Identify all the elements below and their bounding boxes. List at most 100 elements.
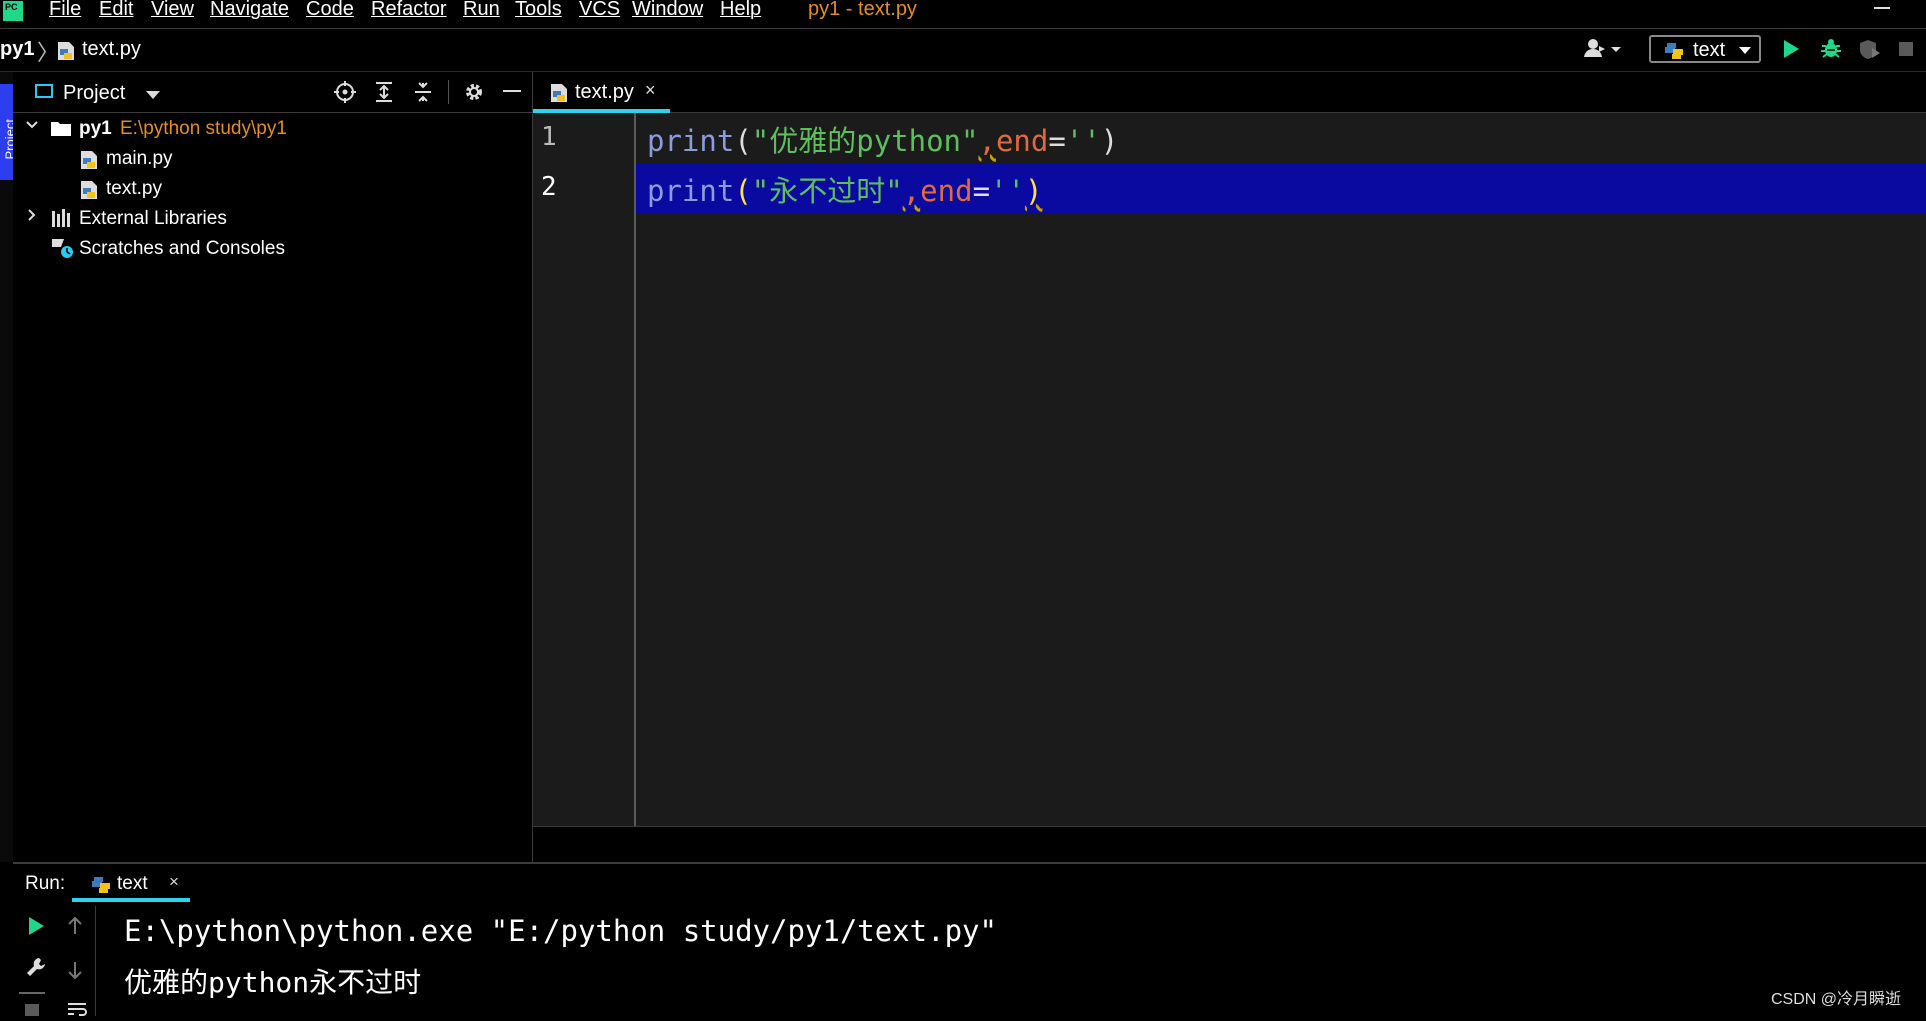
expand-all-icon[interactable] <box>374 81 394 108</box>
code-line-1[interactable]: print("优雅的python",end='') <box>647 118 1118 160</box>
pycharm-logo-icon: PC <box>2 0 24 22</box>
chevron-down-icon[interactable] <box>146 91 160 99</box>
code-token-keyword: end <box>995 124 1049 158</box>
dropdown-arrow-icon <box>1739 47 1751 54</box>
close-icon[interactable]: × <box>645 80 656 101</box>
menu-refactor[interactable]: Refactor <box>371 0 447 21</box>
menu-navigate[interactable]: Navigate <box>210 0 289 21</box>
run-tab-text[interactable]: text × <box>72 864 190 904</box>
user-icon[interactable] <box>1583 37 1623 65</box>
minimize-icon[interactable] <box>1874 7 1890 9</box>
code-token-comma: , <box>902 174 921 208</box>
soft-wrap-icon[interactable] <box>67 1002 87 1021</box>
logo-text: PC <box>5 2 18 12</box>
menu-view[interactable]: View <box>151 0 194 21</box>
run-with-coverage-icon[interactable] <box>1858 38 1882 66</box>
project-panel: Project py1 E:\python study\py1 main.py … <box>13 72 533 862</box>
run-tab-label: text <box>117 873 148 894</box>
tree-file-main[interactable]: main.py <box>106 148 173 170</box>
menu-tools[interactable]: Tools <box>515 0 562 21</box>
run-panel-title: Run: <box>25 873 66 894</box>
line-number: 1 <box>541 122 557 152</box>
debug-icon[interactable] <box>1820 38 1842 66</box>
code-token-string: "永不过时" <box>751 174 903 208</box>
code-editor[interactable]: 1 2 print("优雅的python",end='') print("永不过… <box>533 113 1926 826</box>
wrench-icon[interactable] <box>25 956 47 983</box>
code-token-string: '' <box>990 174 1025 208</box>
menu-help[interactable]: Help <box>720 0 761 21</box>
python-file-icon <box>549 82 569 109</box>
code-token-function: print <box>647 174 735 208</box>
chevron-down-icon[interactable] <box>25 118 39 137</box>
editor-footer <box>533 826 1926 863</box>
tool-window-strip: Project <box>0 72 18 862</box>
line-number: 2 <box>541 172 557 202</box>
project-window-icon <box>35 84 53 98</box>
hide-panel-icon[interactable] <box>503 90 521 92</box>
menu-vcs[interactable]: VCS <box>579 0 620 21</box>
library-icon <box>51 209 73 233</box>
arrow-up-icon[interactable] <box>67 916 83 941</box>
code-line-2[interactable]: print("永不过时",end='') <box>647 168 1042 210</box>
code-token-paren: ) <box>1024 174 1043 208</box>
run-configuration-label: text <box>1693 39 1726 61</box>
watermark: CSDN @冷月瞬逝 <box>1771 991 1902 1008</box>
scratches-icon <box>51 238 75 266</box>
window-title: py1 - text.py <box>808 0 917 20</box>
tree-external-libraries[interactable]: External Libraries <box>79 208 227 230</box>
code-token-keyword: end <box>920 174 973 208</box>
editor-tab-label: text.py <box>575 81 634 103</box>
console-output-line: 优雅的python永不过时 <box>124 966 422 999</box>
folder-icon <box>51 120 71 142</box>
menu-bar: PC File Edit View Navigate Code Refactor… <box>0 0 1926 29</box>
breadcrumb-file[interactable]: text.py <box>82 38 141 61</box>
tree-file-text[interactable]: text.py <box>106 178 162 200</box>
menu-file[interactable]: File <box>49 0 81 21</box>
toolbar-divider <box>19 992 45 994</box>
tree-root-path: E:\python study\py1 <box>120 118 287 139</box>
menu-window[interactable]: Window <box>632 0 703 21</box>
locate-icon[interactable] <box>334 81 356 108</box>
breadcrumb-project[interactable]: py1 <box>0 38 34 61</box>
run-icon[interactable] <box>1782 39 1800 65</box>
run-panel-header: Run: text × <box>13 864 1926 904</box>
python-icon <box>90 875 112 900</box>
run-tool-window: Run: text × E:\python\python.exe "E:/pyt… <box>13 862 1926 1016</box>
menu-code[interactable]: Code <box>306 0 354 21</box>
arrow-down-icon[interactable] <box>67 960 83 985</box>
project-panel-title[interactable]: Project <box>63 82 125 105</box>
python-file-icon <box>79 179 99 207</box>
project-tool-window-tab[interactable]: Project <box>0 84 18 180</box>
toolbar-divider <box>448 80 449 104</box>
code-token-paren: ( <box>734 174 752 208</box>
stop-icon[interactable] <box>25 1004 39 1016</box>
code-token-equals: = <box>1048 124 1066 158</box>
rerun-icon[interactable] <box>27 916 45 941</box>
line-number-gutter: 1 2 <box>533 113 636 826</box>
code-token-paren: ) <box>1100 124 1119 158</box>
code-token-string: "优雅的python" <box>751 124 979 158</box>
stop-icon[interactable] <box>1899 42 1913 56</box>
active-tab-indicator <box>72 898 190 902</box>
code-token-string: '' <box>1065 124 1101 158</box>
run-configuration-selector[interactable]: text <box>1649 35 1761 63</box>
chevron-right-icon[interactable] <box>25 208 39 227</box>
close-icon[interactable]: × <box>169 872 179 892</box>
tree-scratches[interactable]: Scratches and Consoles <box>79 238 285 260</box>
editor-tab-bar: text.py × <box>533 72 1926 113</box>
code-token-equals: = <box>972 174 991 208</box>
navigation-bar: py1 〉 text.py text <box>0 29 1926 73</box>
gear-icon[interactable] <box>463 81 485 108</box>
menu-edit[interactable]: Edit <box>99 0 133 21</box>
python-icon <box>1663 41 1685 67</box>
code-token-comma: , <box>978 124 996 158</box>
editor-tab-text-py[interactable]: text.py × <box>533 72 670 113</box>
collapse-all-icon[interactable] <box>413 81 433 108</box>
project-panel-header: Project <box>13 72 532 113</box>
python-file-icon <box>79 149 99 177</box>
python-file-icon <box>56 40 76 68</box>
console-command-line: E:\python\python.exe "E:/python study/py… <box>124 914 997 948</box>
tree-root-name[interactable]: py1 <box>79 118 112 140</box>
menu-run[interactable]: Run <box>463 0 500 21</box>
code-token-paren: ( <box>734 124 752 158</box>
